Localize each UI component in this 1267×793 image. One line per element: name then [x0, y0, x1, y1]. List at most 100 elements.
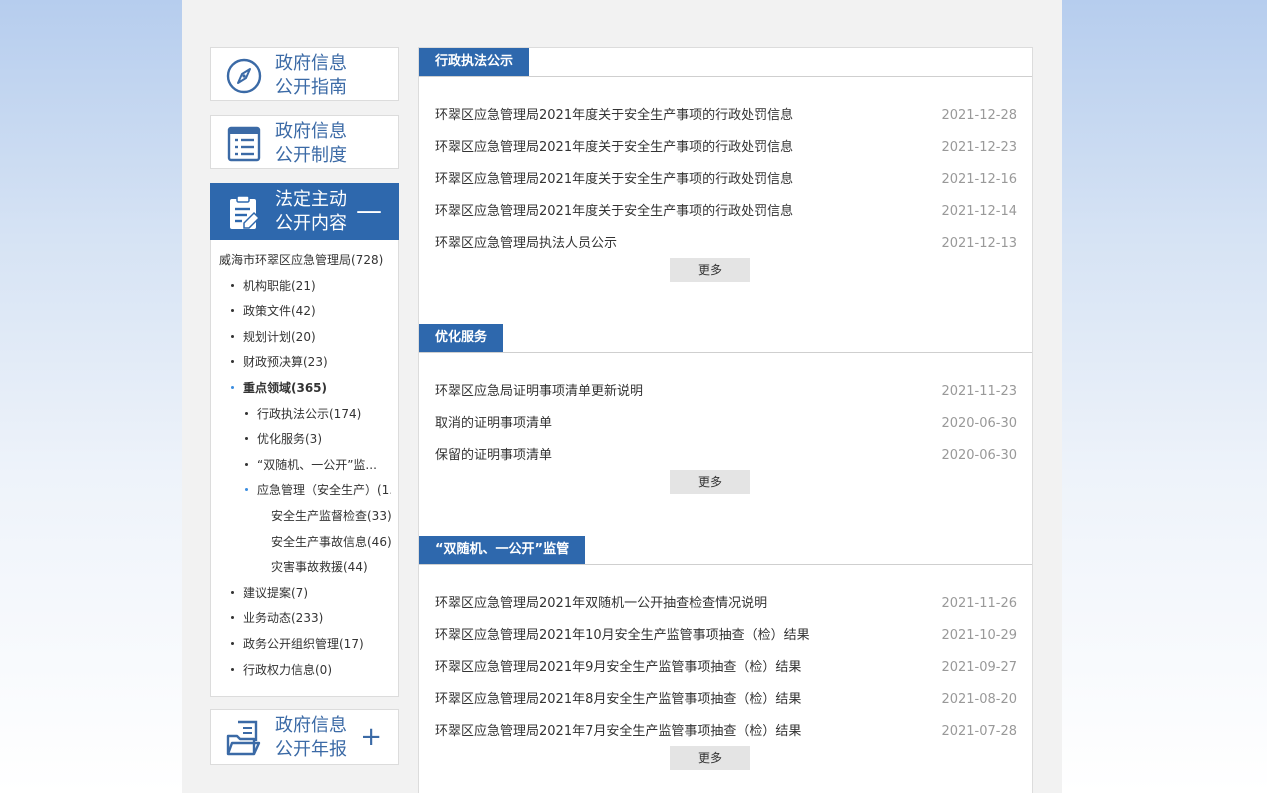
list-item-title[interactable]: 保留的证明事项清单 [435, 446, 552, 466]
list-item-title[interactable]: 环翠区应急管理局2021年9月安全生产监管事项抽查（检）结果 [435, 658, 801, 678]
list-item[interactable]: 环翠区应急管理局2021年9月安全生产监管事项抽查（检）结果 2021-09-27 [435, 658, 1017, 678]
list-item-title[interactable]: 环翠区应急管理局2021年度关于安全生产事项的行政处罚信息 [435, 106, 793, 126]
section-title-tab[interactable]: 优化服务 [419, 324, 504, 352]
nav-annual-report-label: 政府信息 公开年报 [275, 714, 347, 762]
tree-item-label: 重点领域(365) [243, 381, 328, 395]
list-item[interactable]: 环翠区应急管理局2021年10月安全生产监管事项抽查（检）结果 2021-10-2… [435, 626, 1017, 646]
bullet-icon [245, 411, 248, 415]
list-item-date: 2021-10-29 [941, 628, 1017, 643]
section-header: “双随机、一公开”监管 [419, 536, 1032, 565]
tree-item-label: 政策文件(42) [243, 304, 316, 319]
list-item[interactable]: 环翠区应急管理局2021年度关于安全生产事项的行政处罚信息 2021-12-14 [435, 202, 1017, 222]
list-item-title[interactable]: 环翠区应急管理局2021年双随机一公开抽查检查情况说明 [435, 594, 767, 614]
tree-item[interactable]: 政策文件(42) [231, 301, 391, 321]
list-item-date: 2021-12-14 [941, 204, 1017, 219]
nav-statutory-line1: 法定主动 [275, 189, 347, 210]
list-item-title[interactable]: 环翠区应急管理局2021年7月安全生产监管事项抽查（检）结果 [435, 722, 801, 742]
tree-item-label: 安全生产事故信息(46) [271, 534, 391, 549]
nav-annual-line2: 公开年报 [275, 739, 347, 760]
tree-item[interactable]: 业务动态(233) [231, 608, 391, 628]
bullet-icon [231, 360, 234, 364]
list-item[interactable]: 环翠区应急管理局2021年度关于安全生产事项的行政处罚信息 2021-12-28 [435, 106, 1017, 126]
bullet-icon [231, 309, 234, 313]
tree-item[interactable]: 建议提案(7) [231, 583, 391, 603]
list-item-title[interactable]: 环翠区应急管理局2021年度关于安全生产事项的行政处罚信息 [435, 202, 793, 222]
content-area: 政府信息 公开指南 政府信息 公开制度 法定主动 公开内容 — 威海市环翠区应急… [182, 0, 1062, 793]
tree-item[interactable]: 机构职能(21) [231, 276, 391, 296]
tree-item-label: 财政预决算(23) [243, 355, 328, 370]
tree-item[interactable]: 财政预决算(23) [231, 352, 391, 372]
collapse-toggle[interactable]: — [356, 198, 382, 224]
more-button[interactable]: 更多 [670, 258, 750, 282]
nav-system[interactable]: 政府信息 公开制度 [210, 115, 399, 169]
bullet-icon [245, 437, 248, 441]
bullet-icon [231, 590, 234, 594]
tree-item[interactable]: 安全生产监督检查(33) [271, 506, 391, 526]
section-header: 优化服务 [419, 324, 1032, 353]
background-right [1062, 0, 1267, 793]
expand-toggle[interactable]: + [360, 724, 382, 750]
compass-icon [226, 58, 262, 94]
tree-item-label: 行政执法公示(174) [257, 406, 362, 421]
tree-item[interactable]: 威海市环翠区应急管理局(728) [219, 250, 391, 270]
nav-statutory-label: 法定主动 公开内容 [275, 188, 347, 236]
tree-item-label: 规划计划(20) [243, 329, 316, 344]
bullet-icon [231, 334, 234, 338]
list-item[interactable]: 环翠区应急管理局2021年度关于安全生产事项的行政处罚信息 2021-12-16 [435, 170, 1017, 190]
tree-item-label: 政务公开组织管理(17) [243, 637, 364, 651]
list-item[interactable]: 环翠区应急管理局执法人员公示 2021-12-13 [435, 234, 1017, 254]
nav-statutory[interactable]: 法定主动 公开内容 — [210, 183, 399, 240]
tree-item[interactable]: 优化服务(3) [245, 429, 391, 449]
list-item[interactable]: 取消的证明事项清单 2020-06-30 [435, 414, 1017, 434]
list-item-date: 2021-07-28 [941, 724, 1017, 739]
list-item-date: 2021-08-20 [941, 692, 1017, 707]
tree-item[interactable]: 安全生产事故信息(46) [271, 532, 391, 552]
section-title-tab[interactable]: 行政执法公示 [419, 48, 530, 76]
tree-item[interactable]: “双随机、一公开”监... [245, 455, 391, 475]
main-panel: 行政执法公示 环翠区应急管理局2021年度关于安全生产事项的行政处罚信息 2021-… [418, 47, 1033, 793]
bullet-icon [245, 462, 248, 466]
tree-item[interactable]: 行政执法公示(174) [245, 404, 391, 424]
nav-guide-line2: 公开指南 [275, 77, 347, 98]
list-item[interactable]: 环翠区应急局证明事项清单更新说明 2021-11-23 [435, 382, 1017, 402]
list-item[interactable]: 环翠区应急管理局2021年双随机一公开抽查检查情况说明 2021-11-26 [435, 594, 1017, 614]
list-item-date: 2021-11-26 [941, 596, 1017, 611]
tree-item-label: 行政权力信息(0) [243, 662, 332, 677]
section-title-tab[interactable]: “双随机、一公开”监管 [419, 536, 586, 564]
list-item-title[interactable]: 环翠区应急管理局2021年8月安全生产监管事项抽查（检）结果 [435, 690, 801, 710]
tree-item[interactable]: 重点领域(365) [231, 378, 391, 398]
list-item-title[interactable]: 环翠区应急局证明事项清单更新说明 [435, 382, 643, 402]
nav-guide[interactable]: 政府信息 公开指南 [210, 47, 399, 101]
nav-system-line2: 公开制度 [275, 145, 347, 166]
list-item-date: 2020-06-30 [941, 416, 1017, 431]
nav-guide-line1: 政府信息 [275, 53, 347, 74]
list-item-title[interactable]: 取消的证明事项清单 [435, 414, 552, 434]
list-item-title[interactable]: 环翠区应急管理局2021年度关于安全生产事项的行政处罚信息 [435, 170, 793, 190]
list-item-date: 2021-09-27 [941, 660, 1017, 675]
nav-annual-report[interactable]: 政府信息 公开年报 + [210, 709, 399, 765]
list-item-title[interactable]: 环翠区应急管理局2021年度关于安全生产事项的行政处罚信息 [435, 138, 793, 158]
bullet-icon [245, 488, 248, 492]
list-item[interactable]: 保留的证明事项清单 2020-06-30 [435, 446, 1017, 466]
list-item[interactable]: 环翠区应急管理局2021年7月安全生产监管事项抽查（检）结果 2021-07-28 [435, 722, 1017, 742]
tree-item[interactable]: 规划计划(20) [231, 327, 391, 347]
nav-system-line1: 政府信息 [275, 121, 347, 142]
tree-item-label: 业务动态(233) [243, 611, 324, 626]
list-item[interactable]: 环翠区应急管理局2021年度关于安全生产事项的行政处罚信息 2021-12-23 [435, 138, 1017, 158]
tree-item[interactable]: 灾害事故救援(44) [271, 557, 391, 577]
tree-item-label: 建议提案(7) [243, 585, 308, 600]
list-item-title[interactable]: 环翠区应急管理局2021年10月安全生产监管事项抽查（检）结果 [435, 626, 810, 646]
more-button[interactable]: 更多 [670, 746, 750, 770]
list-item-date: 2021-12-23 [941, 140, 1017, 155]
bullet-icon [231, 616, 234, 620]
tree-item[interactable]: 行政权力信息(0) [231, 660, 391, 680]
tree-item-label: 机构职能(21) [243, 278, 316, 293]
nav-statutory-line2: 公开内容 [275, 213, 347, 234]
nav-annual-line1: 政府信息 [275, 715, 347, 736]
tree-item[interactable]: 政务公开组织管理(17) [231, 634, 391, 654]
more-button[interactable]: 更多 [670, 470, 750, 494]
list-item-title[interactable]: 环翠区应急管理局执法人员公示 [435, 234, 617, 254]
list-item[interactable]: 环翠区应急管理局2021年8月安全生产监管事项抽查（检）结果 2021-08-20 [435, 690, 1017, 710]
tree-item[interactable]: 应急管理（安全生产）(1... [245, 480, 391, 500]
nav-guide-label: 政府信息 公开指南 [275, 52, 347, 100]
